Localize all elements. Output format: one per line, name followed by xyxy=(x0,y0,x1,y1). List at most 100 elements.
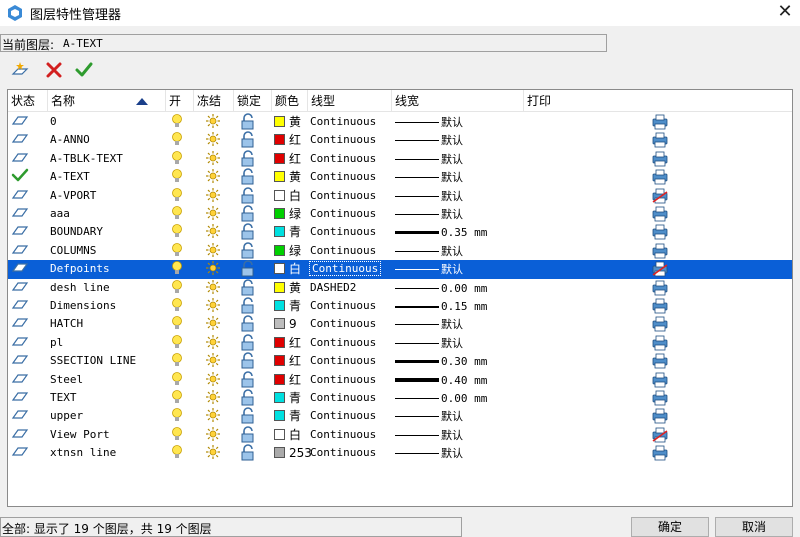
table-row[interactable]: COLUMNS 绿 Continuous 默认 xyxy=(8,242,792,260)
cancel-button[interactable]: 取消 xyxy=(715,517,793,537)
lightbulb-on-icon[interactable] xyxy=(171,444,185,462)
table-row[interactable]: HATCH 9 Continuous 默认 xyxy=(8,315,792,333)
layer-name[interactable]: A-TBLK-TEXT xyxy=(50,150,123,168)
table-row[interactable]: A-ANNO 红 Continuous 默认 xyxy=(8,131,792,149)
layer-linetype[interactable]: DASHED2 xyxy=(310,279,356,297)
lightbulb-on-icon[interactable] xyxy=(171,352,185,370)
table-row[interactable]: A-TBLK-TEXT 红 Continuous 默认 xyxy=(8,150,792,168)
layer-status-icon[interactable] xyxy=(11,242,31,260)
column-header-lineweight[interactable]: 线宽 xyxy=(392,90,524,112)
layer-lineweight[interactable]: 0.40 mm xyxy=(395,371,487,389)
lightbulb-on-icon[interactable] xyxy=(171,371,185,389)
layer-status-icon[interactable] xyxy=(11,205,31,223)
column-header-freeze[interactable]: 冻结 xyxy=(194,90,234,112)
layer-name[interactable]: Defpoints xyxy=(50,260,110,278)
layer-lineweight[interactable]: 默认 xyxy=(395,187,463,205)
table-row[interactable]: SSECTION LINE 红 Continuous 0.30 mm xyxy=(8,352,792,370)
layer-linetype[interactable]: Continuous xyxy=(310,205,376,223)
layer-name[interactable]: BOUNDARY xyxy=(50,223,103,241)
unlock-icon[interactable] xyxy=(240,315,256,333)
new-layer-icon[interactable] xyxy=(10,60,30,80)
layer-status-icon[interactable] xyxy=(11,352,31,370)
unlock-icon[interactable] xyxy=(240,334,256,352)
layer-linetype[interactable]: Continuous xyxy=(310,297,376,315)
close-button[interactable]: ✕ xyxy=(770,0,800,26)
layer-status-icon[interactable] xyxy=(11,150,31,168)
table-row[interactable]: xtnsn line 253 Continuous 默认 xyxy=(8,444,792,462)
layer-lineweight[interactable]: 0.15 mm xyxy=(395,297,487,315)
layer-name[interactable]: COLUMNS xyxy=(50,242,96,260)
layer-status-icon[interactable] xyxy=(11,315,31,333)
layer-name[interactable]: TEXT xyxy=(50,389,77,407)
layer-lineweight[interactable]: 默认 xyxy=(395,315,463,333)
layer-name[interactable]: Dimensions xyxy=(50,297,116,315)
unlock-icon[interactable] xyxy=(240,223,256,241)
sun-thawed-icon[interactable] xyxy=(205,279,221,297)
sun-thawed-icon[interactable] xyxy=(205,297,221,315)
unlock-icon[interactable] xyxy=(240,444,256,462)
layer-lineweight[interactable]: 默认 xyxy=(395,150,463,168)
layer-name[interactable]: HATCH xyxy=(50,315,83,333)
printer-disabled-icon[interactable] xyxy=(651,260,669,278)
layer-lineweight[interactable]: 0.30 mm xyxy=(395,352,487,370)
table-row[interactable]: BOUNDARY 青 Continuous 0.35 mm xyxy=(8,223,792,241)
printer-icon[interactable] xyxy=(651,168,669,186)
lightbulb-on-icon[interactable] xyxy=(171,315,185,333)
layer-name[interactable]: pl xyxy=(50,334,63,352)
table-row[interactable]: TEXT 青 Continuous 0.00 mm xyxy=(8,389,792,407)
layer-color[interactable]: 青 xyxy=(274,407,301,425)
printer-disabled-icon[interactable] xyxy=(651,187,669,205)
layer-linetype[interactable]: Continuous xyxy=(310,223,376,241)
layer-lineweight[interactable]: 0.00 mm xyxy=(395,279,487,297)
sun-thawed-icon[interactable] xyxy=(205,242,221,260)
sun-thawed-icon[interactable] xyxy=(205,371,221,389)
printer-icon[interactable] xyxy=(651,205,669,223)
unlock-icon[interactable] xyxy=(240,352,256,370)
lightbulb-on-icon[interactable] xyxy=(171,150,185,168)
layer-linetype[interactable]: Continuous xyxy=(310,168,376,186)
layer-status-icon[interactable] xyxy=(11,371,31,389)
sun-thawed-icon[interactable] xyxy=(205,260,221,278)
lightbulb-on-icon[interactable] xyxy=(171,426,185,444)
layer-linetype[interactable]: Continuous xyxy=(310,444,376,462)
layer-color[interactable]: 白 xyxy=(274,426,301,444)
layer-name[interactable]: View Port xyxy=(50,426,110,444)
table-row[interactable]: aaa 绿 Continuous 默认 xyxy=(8,205,792,223)
column-header-lock[interactable]: 锁定 xyxy=(234,90,272,112)
layer-status-icon[interactable] xyxy=(11,131,31,149)
layer-linetype[interactable]: Continuous xyxy=(310,407,376,425)
lightbulb-on-icon[interactable] xyxy=(171,334,185,352)
layer-color[interactable]: 青 xyxy=(274,223,301,241)
layer-lineweight[interactable]: 默认 xyxy=(395,426,463,444)
lightbulb-on-icon[interactable] xyxy=(171,242,185,260)
unlock-icon[interactable] xyxy=(240,278,256,297)
sun-thawed-icon[interactable] xyxy=(205,444,221,462)
unlock-icon[interactable] xyxy=(240,168,256,186)
layer-lineweight[interactable]: 0.35 mm xyxy=(395,223,487,241)
lightbulb-on-icon[interactable] xyxy=(171,113,185,131)
printer-disabled-icon[interactable] xyxy=(651,426,669,444)
layer-status-icon[interactable] xyxy=(11,223,31,241)
layer-status-icon[interactable] xyxy=(11,407,31,425)
unlock-icon[interactable] xyxy=(240,205,256,223)
layer-color[interactable]: 黄 xyxy=(274,113,301,131)
layer-linetype[interactable]: Continuous xyxy=(310,242,376,260)
sun-thawed-icon[interactable] xyxy=(205,205,221,223)
layer-name[interactable]: Steel xyxy=(50,371,83,389)
layer-linetype[interactable]: Continuous xyxy=(308,260,382,278)
layer-linetype[interactable]: Continuous xyxy=(310,187,376,205)
column-header-linetype[interactable]: 线型 xyxy=(308,90,392,112)
layer-name[interactable]: A-VPORT xyxy=(50,187,96,205)
table-row[interactable]: Defpoints 白 Continuous 默认 xyxy=(8,260,792,279)
unlock-icon[interactable] xyxy=(240,150,256,168)
unlock-icon[interactable] xyxy=(240,260,256,278)
layer-lineweight[interactable]: 默认 xyxy=(395,444,463,462)
printer-icon[interactable] xyxy=(651,389,669,407)
unlock-icon[interactable] xyxy=(240,370,256,389)
layer-color[interactable]: 253 xyxy=(274,444,312,462)
lightbulb-on-icon[interactable] xyxy=(171,187,185,205)
printer-icon[interactable] xyxy=(651,113,669,131)
lightbulb-on-icon[interactable] xyxy=(171,297,185,315)
layer-status-icon[interactable] xyxy=(11,444,31,462)
lightbulb-on-icon[interactable] xyxy=(171,389,185,407)
